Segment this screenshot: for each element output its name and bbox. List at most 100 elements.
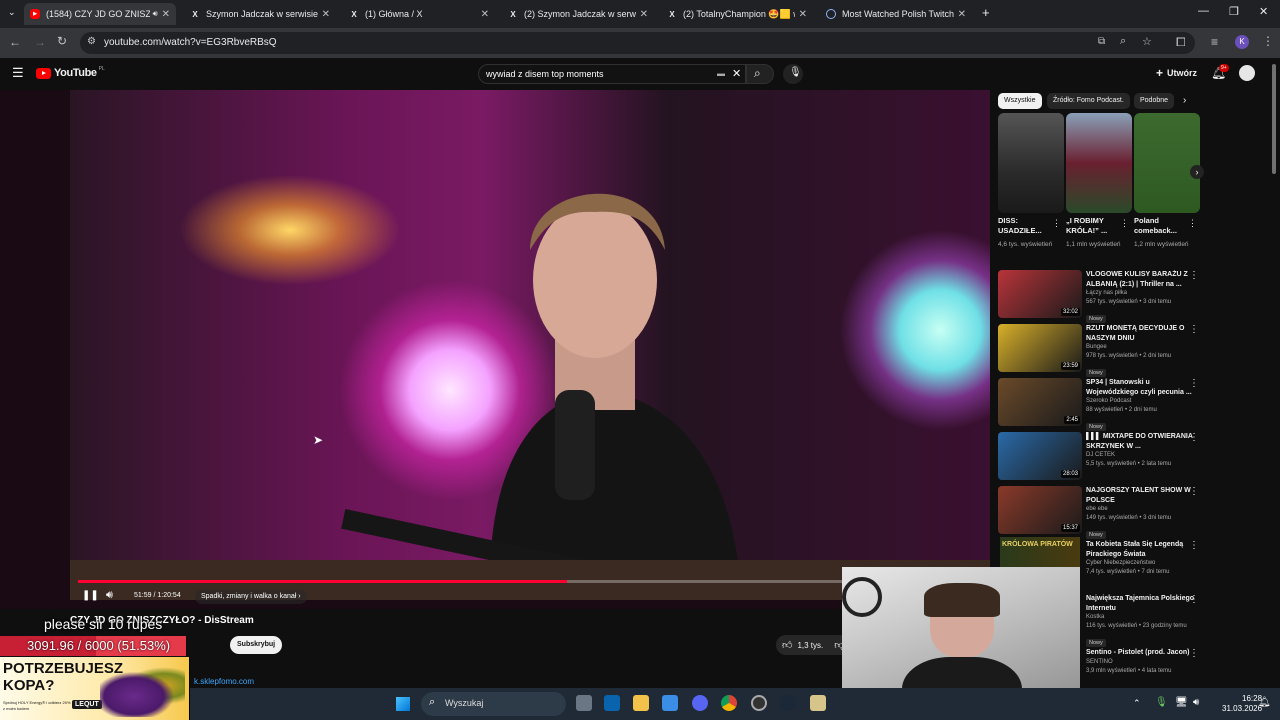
volume-tray-icon[interactable]: 🔊︎ — [1193, 697, 1199, 708]
chapter-button[interactable]: Spadki, zmiany i walka o kanał › — [195, 590, 307, 604]
shorts-next-icon[interactable]: › — [1190, 165, 1204, 179]
channel-name[interactable]: Cyber Niebezpieczeństwo — [1086, 559, 1196, 568]
description-link[interactable]: k.sklepfomo.com — [194, 677, 254, 686]
video-menu-icon[interactable]: ⋮ — [1189, 378, 1199, 389]
restore-icon[interactable]: ❐ — [1229, 5, 1239, 18]
short-menu-icon[interactable]: ⋮ — [1188, 218, 1197, 229]
tray-overflow-icon[interactable]: ⌃ — [1133, 698, 1141, 709]
video-menu-icon[interactable]: ⋮ — [1189, 648, 1199, 659]
chips-next-icon[interactable]: › — [1183, 95, 1186, 106]
close-tab-icon[interactable]: ✕ — [958, 9, 966, 20]
chip-source[interactable]: Źródło: Fomo Podcast. — [1047, 93, 1130, 109]
video-thumbnail[interactable]: 28:03 — [998, 432, 1082, 480]
video-menu-icon[interactable]: ⋮ — [1189, 432, 1199, 443]
close-tab-icon[interactable]: ✕ — [162, 9, 170, 20]
hamburger-menu-icon[interactable]: ☰ — [12, 65, 24, 81]
video-thumbnail[interactable]: 2:45 — [998, 378, 1082, 426]
video-thumbnail[interactable]: 15:37 — [998, 486, 1082, 534]
video-title[interactable]: NAJGORSZY TALENT SHOW W POLSCE — [1086, 486, 1196, 505]
clear-search-icon[interactable]: ✕ — [732, 67, 741, 80]
url-text[interactable]: youtube.com/watch?v=EG3RbveRBsQ — [104, 37, 277, 48]
taskbar-app-icon[interactable] — [810, 695, 826, 711]
chip-related[interactable]: Podobne — [1134, 93, 1174, 109]
short-title[interactable]: DISS: USADZIŁE... — [998, 216, 1053, 236]
tab-twitch-stats[interactable]: Most Watched Polish Twitch St... ✕ — [820, 3, 972, 25]
reload-icon[interactable]: ↻ — [57, 34, 67, 48]
tab-search-chevron-icon[interactable]: ⌄ — [8, 7, 16, 18]
video-menu-icon[interactable]: ⋮ — [1189, 270, 1199, 281]
microsoft-store-icon[interactable] — [662, 695, 678, 711]
account-avatar[interactable] — [1239, 65, 1255, 81]
channel-name[interactable]: Bungee — [1086, 343, 1196, 352]
task-view-icon[interactable] — [576, 695, 592, 711]
channel-name[interactable]: DJ CETEK — [1086, 451, 1196, 460]
tab-youtube[interactable]: ▶ (1584) CZY JD GO ZNISZCZYŁO 🔊︎ ✕ — [24, 3, 176, 25]
short-menu-icon[interactable]: ⋮ — [1120, 218, 1129, 229]
close-tab-icon[interactable]: ✕ — [481, 9, 489, 20]
file-explorer-icon[interactable] — [633, 695, 649, 711]
search-input[interactable]: wywiad z disem top moments ▬ ✕ — [478, 64, 746, 84]
taskbar-search-input[interactable]: ⌕ Wyszukaj — [421, 692, 566, 716]
close-tab-icon[interactable]: ✕ — [322, 9, 330, 20]
video-title[interactable]: RZUT MONETĄ DECYDUJE O NASZYM DNIU — [1086, 324, 1196, 343]
windows-start-icon[interactable] — [396, 697, 410, 711]
browser-menu-icon[interactable]: ⋮ — [1262, 34, 1274, 48]
zoom-icon[interactable]: ⌕ — [1120, 35, 1126, 48]
cast-icon[interactable]: ⧉ — [1098, 36, 1105, 47]
channel-name[interactable]: Łączy nas piłka — [1086, 289, 1196, 298]
recommended-video[interactable]: 23:59 RZUT MONETĄ DECYDUJE O NASZYM DNIU B… — [998, 324, 1203, 377]
video-menu-icon[interactable]: ⋮ — [1189, 486, 1199, 497]
channel-name[interactable]: Kostka — [1086, 613, 1196, 622]
video-menu-icon[interactable]: ⋮ — [1189, 540, 1199, 551]
notifications-tray-icon[interactable]: 🔔︎ — [1258, 697, 1271, 708]
video-menu-icon[interactable]: ⋮ — [1189, 594, 1199, 605]
tab-x-4[interactable]: X (2) TotalnyChampion 🤩🟨 w ... ✕ — [661, 3, 813, 25]
obs-icon[interactable] — [751, 695, 767, 711]
recommended-video[interactable]: 32:02 VLOGOWE KULISY BARAŻU Z ALBANIĄ (2:… — [998, 270, 1203, 323]
video-thumbnail[interactable]: 23:59 — [998, 324, 1082, 372]
microphone-tray-icon[interactable]: 🎙︎ — [1155, 697, 1168, 708]
close-tab-icon[interactable]: ✕ — [640, 9, 648, 20]
video-title[interactable]: SP34 | Stanowski u Wojewódzkiego czyli p… — [1086, 378, 1196, 397]
subscribe-button[interactable]: Subskrybuj — [230, 636, 283, 654]
page-scrollbar[interactable] — [1272, 64, 1276, 174]
recommended-video[interactable]: 28:03 ▌▌▌ MIXTAPE DO OTWIERANIA SKRZYNEK … — [998, 432, 1203, 482]
minimize-icon[interactable]: — — [1198, 5, 1209, 17]
bookmark-star-icon[interactable]: ☆ — [1142, 35, 1152, 48]
short-thumbnail[interactable] — [1134, 113, 1200, 213]
reading-list-icon[interactable]: ≡ — [1211, 35, 1218, 49]
channel-name[interactable]: Szeroko Podcast — [1086, 397, 1196, 406]
video-progress-bar[interactable] — [78, 580, 842, 583]
site-info-icon[interactable]: ⚙︎ — [87, 36, 96, 47]
forward-icon[interactable]: → — [34, 35, 46, 49]
recommended-video[interactable]: 15:37 NAJGORSZY TALENT SHOW W POLSCE ebe e… — [998, 486, 1203, 539]
keyboard-icon[interactable]: ▬ — [717, 69, 725, 78]
short-title[interactable]: Poland comeback... — [1134, 216, 1189, 236]
short-title[interactable]: „I ROBIMY KRÓLA!” ... — [1066, 216, 1121, 236]
taskbar-clock[interactable]: 16:28 31.03.2026 — [1222, 694, 1262, 714]
recommended-video[interactable]: 2:45 SP34 | Stanowski u Wojewódzkiego czy… — [998, 378, 1203, 431]
voice-search-button[interactable]: 🎙︎ — [783, 64, 803, 84]
video-menu-icon[interactable]: ⋮ — [1189, 324, 1199, 335]
chrome-icon[interactable] — [721, 695, 737, 711]
video-title[interactable]: Ta Kobieta Stała Się Legendą Pirackiego … — [1086, 540, 1196, 559]
search-button[interactable]: ⌕ — [746, 64, 774, 84]
tab-x-3[interactable]: X (2) Szymon Jadczak w serwisie ... ✕ — [502, 3, 654, 25]
youtube-logo[interactable]: YouTube PL — [36, 66, 105, 79]
steam-icon[interactable] — [780, 695, 796, 711]
short-thumbnail[interactable] — [998, 113, 1064, 213]
create-button[interactable]: + Utwórz — [1156, 66, 1197, 80]
new-tab-icon[interactable]: + — [982, 5, 990, 20]
profile-avatar[interactable]: K — [1235, 35, 1249, 49]
close-window-icon[interactable]: ✕ — [1259, 5, 1268, 18]
pause-icon[interactable]: ❚❚ — [82, 590, 99, 601]
video-thumbnail[interactable]: 32:02 — [998, 270, 1082, 318]
chip-all[interactable]: Wszystkie — [998, 93, 1042, 109]
address-bar[interactable]: ⚙︎ youtube.com/watch?v=EG3RbveRBsQ ⧉ ⌕ ☆ — [80, 32, 1195, 54]
outlook-icon[interactable] — [604, 695, 620, 711]
tab-x-1[interactable]: X Szymon Jadczak w serwisie X: ... ✕ — [184, 3, 336, 25]
video-title[interactable]: Sentino - Pistolet (prod. Jacon) — [1086, 648, 1196, 658]
tab-x-2[interactable]: X (1) Główna / X ✕ — [343, 3, 495, 25]
close-tab-icon[interactable]: ✕ — [799, 9, 807, 20]
short-menu-icon[interactable]: ⋮ — [1052, 218, 1061, 229]
